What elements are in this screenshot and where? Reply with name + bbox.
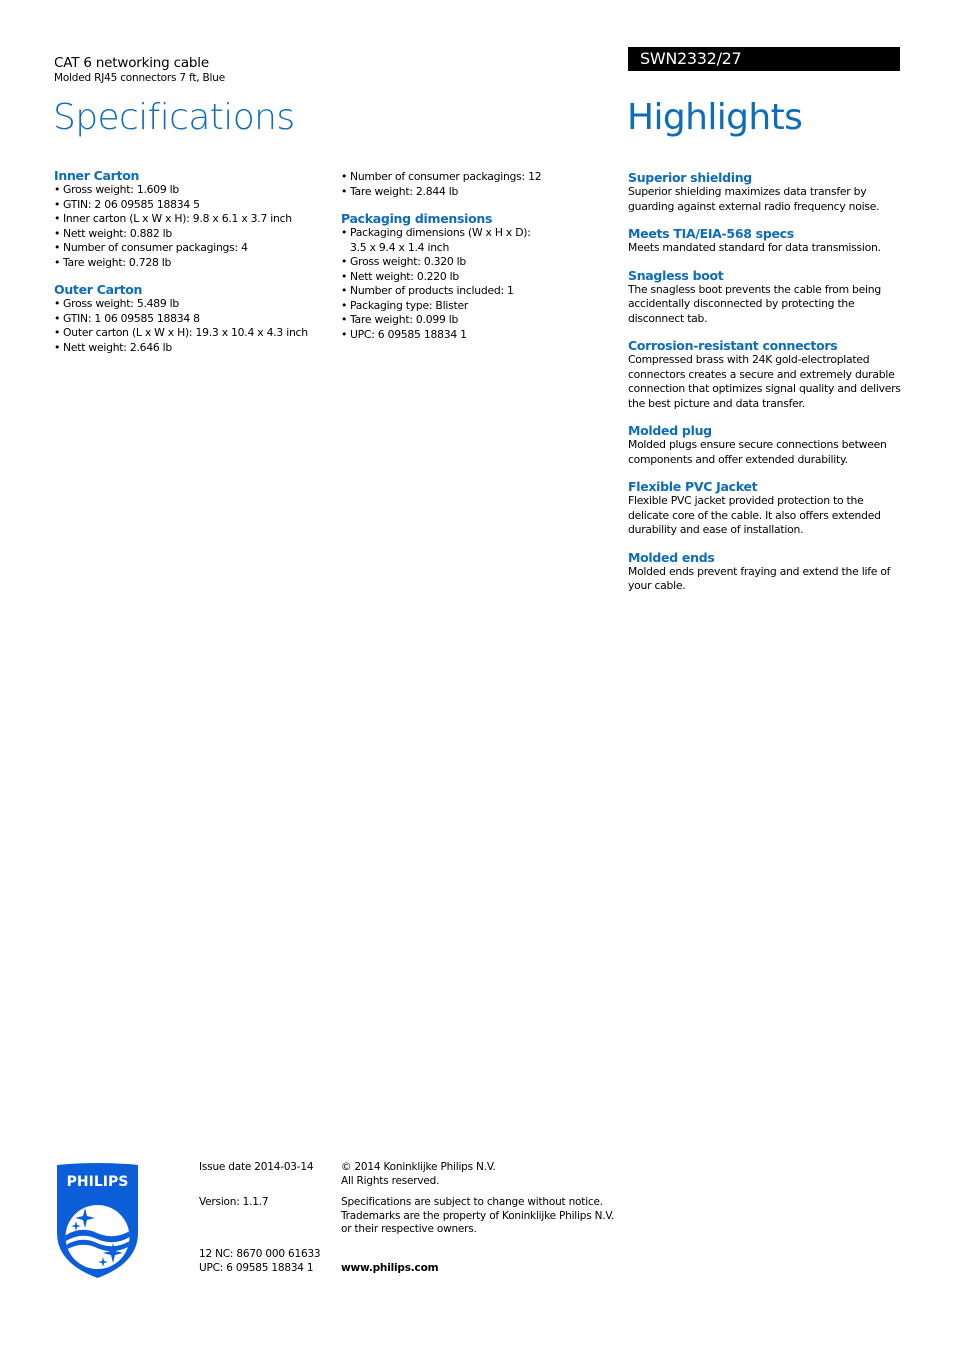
packaging-dimensions-list: Packaging dimensions (W x H x D): 3.5 x …: [341, 226, 546, 342]
list-item: Tare weight: 2.844 lb: [341, 185, 546, 200]
section-title: Outer Carton: [54, 282, 143, 297]
highlight-title: Superior shielding: [628, 170, 752, 185]
highlight-item: Meets TIA/EIA-568 specs Meets mandated s…: [628, 226, 903, 256]
list-item: Outer carton (L x W x H): 19.3 x 10.4 x …: [54, 326, 334, 341]
outer-carton-list: Gross weight: 5.489 lb GTIN: 1 06 09585 …: [54, 297, 334, 355]
model-number-badge: SWN2332/27: [628, 47, 900, 71]
highlight-body: Compressed brass with 24K gold-electropl…: [628, 353, 901, 410]
list-item: UPC: 6 09585 18834 1: [341, 328, 546, 343]
list-item: Packaging dimensions (W x H x D): 3.5 x …: [341, 226, 546, 255]
list-item: Number of consumer packagings: 4: [54, 241, 334, 256]
highlight-body: Flexible PVC jacket provided protection …: [628, 494, 881, 536]
nc-number: 12 NC: 8670 000 61633: [199, 1248, 321, 1260]
inner-carton-list: Gross weight: 1.609 lb GTIN: 2 06 09585 …: [54, 183, 334, 270]
highlight-item: Flexible PVC Jacket Flexible PVC jacket …: [628, 479, 903, 538]
highlight-body: Molded plugs ensure secure connections b…: [628, 438, 887, 466]
highlight-item: Molded plug Molded plugs ensure secure c…: [628, 423, 903, 467]
specifications-heading: Specifications: [53, 97, 295, 138]
highlight-title: Flexible PVC Jacket: [628, 479, 758, 494]
product-title: CAT 6 networking cable: [54, 55, 209, 71]
list-item: Tare weight: 0.728 lb: [54, 256, 334, 271]
spec-column-left: Inner Carton Gross weight: 1.609 lb GTIN…: [54, 168, 334, 367]
list-item: Number of consumer packagings: 12: [341, 170, 546, 185]
section-title: Inner Carton: [54, 168, 140, 183]
highlight-title: Molded ends: [628, 549, 715, 565]
upc-number: UPC: 6 09585 18834 1: [199, 1262, 314, 1274]
copyright-line: All Rights reserved.: [341, 1174, 440, 1187]
list-item: Nett weight: 2.646 lb: [54, 341, 334, 356]
section-title: Packaging dimensions: [341, 211, 493, 226]
highlight-body: Molded ends prevent fraying and extend t…: [628, 564, 891, 593]
highlight-body: Meets mandated standard for data transmi…: [628, 241, 881, 254]
outer-carton-section: Outer Carton Gross weight: 5.489 lb GTIN…: [54, 282, 334, 355]
list-item: Packaging type: Blister: [341, 299, 546, 314]
list-item: Gross weight: 5.489 lb: [54, 297, 334, 312]
issue-date: Issue date 2014-03-14: [199, 1161, 314, 1173]
list-item: Number of products included: 1: [341, 284, 546, 299]
list-item: Inner carton (L x W x H): 9.8 x 6.1 x 3.…: [54, 212, 334, 227]
philips-shield-logo: PHILIPS: [55, 1163, 140, 1279]
outer-carton-list-continued: Number of consumer packagings: 12 Tare w…: [341, 170, 546, 199]
highlight-body: Superior shielding maximizes data transf…: [628, 185, 880, 213]
website-link[interactable]: www.philips.com: [341, 1262, 439, 1276]
list-item: Nett weight: 0.220 lb: [341, 270, 546, 285]
inner-carton-section: Inner Carton Gross weight: 1.609 lb GTIN…: [54, 168, 334, 270]
highlight-title: Meets TIA/EIA-568 specs: [628, 226, 794, 241]
highlight-body: The snagless boot prevents the cable fro…: [628, 282, 882, 325]
list-item: Tare weight: 0.099 lb: [341, 313, 546, 328]
packaging-dimensions-section: Packaging dimensions Packaging dimension…: [341, 211, 546, 342]
disclaimer: Specifications are subject to change wit…: [341, 1196, 621, 1237]
highlights-heading: Highlights: [627, 97, 803, 138]
product-subtitle: Molded RJ45 connectors 7 ft, Blue: [54, 72, 225, 84]
disclaimer-line: Specifications are subject to change wit…: [341, 1196, 603, 1208]
highlight-item: Superior shielding Superior shielding ma…: [628, 170, 903, 214]
highlight-title: Molded plug: [628, 423, 712, 438]
spec-column-middle: Number of consumer packagings: 12 Tare w…: [341, 170, 546, 354]
list-item: Gross weight: 0.320 lb: [341, 255, 546, 270]
disclaimer-line: Trademarks are the property of Koninklij…: [341, 1209, 615, 1222]
highlights-column: Superior shielding Superior shielding ma…: [628, 170, 903, 606]
list-item: Gross weight: 1.609 lb: [54, 183, 334, 198]
copyright: © 2014 Koninklijke Philips N.V. All Righ…: [341, 1161, 621, 1188]
highlight-title: Snagless boot: [628, 267, 724, 283]
list-item: Nett weight: 0.882 lb: [54, 227, 334, 242]
list-item: GTIN: 1 06 09585 18834 8: [54, 312, 334, 327]
highlight-item: Snagless boot The snagless boot prevents…: [628, 268, 903, 327]
version: Version: 1.1.7: [199, 1196, 269, 1208]
highlight-item: Corrosion-resistant connectors Compresse…: [628, 338, 903, 411]
list-item: GTIN: 2 06 09585 18834 5: [54, 198, 334, 213]
highlight-title: Corrosion-resistant connectors: [628, 338, 838, 353]
highlight-item: Molded ends Molded ends prevent fraying …: [628, 550, 903, 594]
logo-wordmark: PHILIPS: [67, 1174, 129, 1190]
copyright-line: © 2014 Koninklijke Philips N.V.: [341, 1161, 496, 1173]
disclaimer-line: or their respective owners.: [341, 1223, 477, 1235]
outer-carton-continued: Number of consumer packagings: 12 Tare w…: [341, 170, 546, 199]
